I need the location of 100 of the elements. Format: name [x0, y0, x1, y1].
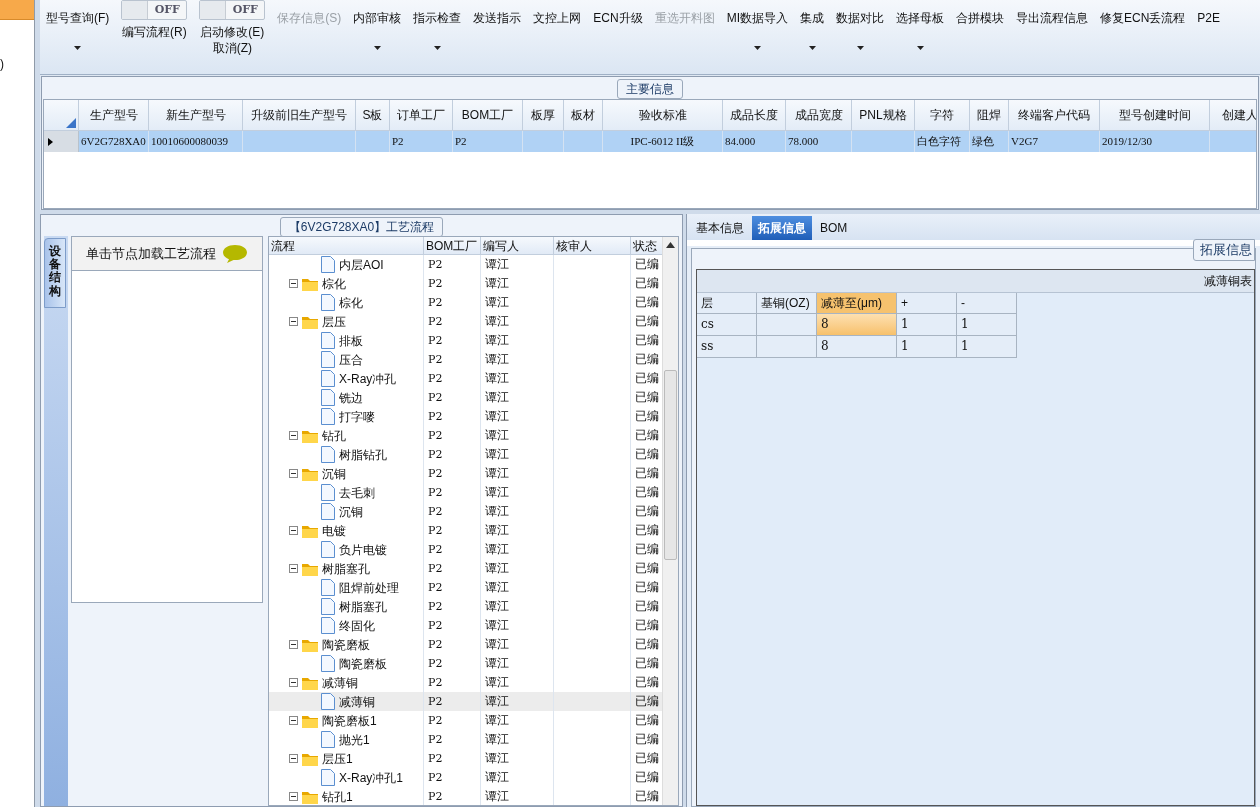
- column-header[interactable]: 验收标准: [603, 100, 723, 130]
- tree-row[interactable]: 钻孔1 P2 谭江 已编: [269, 787, 662, 805]
- toolbar-button[interactable]: MI数据导入: [722, 0, 792, 72]
- tree-row[interactable]: 棕化 P2 谭江 已编: [269, 293, 662, 312]
- column-header[interactable]: 生产型号: [79, 100, 149, 130]
- table-cell[interactable]: cs: [697, 314, 757, 336]
- tab[interactable]: 拓展信息: [752, 216, 812, 240]
- column-header[interactable]: 层: [697, 293, 757, 314]
- column-header[interactable]: 终端客户代码: [1009, 100, 1100, 130]
- table-cell[interactable]: 8: [817, 314, 897, 336]
- collapse-icon[interactable]: [289, 640, 298, 649]
- column-header[interactable]: PNL规格: [852, 100, 915, 130]
- tree-row[interactable]: 棕化 P2 谭江 已编: [269, 274, 662, 293]
- collapse-icon[interactable]: [289, 526, 298, 535]
- column-header[interactable]: 成品宽度: [786, 100, 852, 130]
- table-cell[interactable]: 1: [957, 336, 1017, 358]
- tree-row[interactable]: 树脂钻孔 P2 谭江 已编: [269, 445, 662, 464]
- column-header[interactable]: 订单工厂: [390, 100, 453, 130]
- toolbar-button[interactable]: 文控上网: [529, 0, 586, 72]
- row-header[interactable]: [44, 131, 79, 152]
- tree-row[interactable]: 层压 P2 谭江 已编: [269, 312, 662, 331]
- collapse-icon[interactable]: [289, 678, 298, 687]
- tree-row[interactable]: 电镀 P2 谭江 已编: [269, 521, 662, 540]
- collapse-icon[interactable]: [289, 469, 298, 478]
- toolbar-button[interactable]: 数据对比: [832, 0, 888, 72]
- tree-row[interactable]: 排板 P2 谭江 已编: [269, 331, 662, 350]
- tree-row[interactable]: 终固化 P2 谭江 已编: [269, 616, 662, 635]
- table-cell[interactable]: 1: [897, 336, 957, 358]
- column-header[interactable]: -: [957, 293, 1017, 314]
- column-header[interactable]: 成品长度: [723, 100, 786, 130]
- tree-row[interactable]: 陶瓷磨板1 P2 谭江 已编: [269, 711, 662, 730]
- scrollbar[interactable]: [662, 237, 678, 805]
- toolbar-button[interactable]: ECN升级: [589, 0, 647, 72]
- column-header[interactable]: 编写人: [481, 237, 554, 254]
- collapse-icon[interactable]: [289, 754, 298, 763]
- toolbar-button[interactable]: 选择母板: [892, 0, 948, 72]
- toggle-button[interactable]: OFF 启动修改(E) 取消(Z): [195, 0, 270, 72]
- toggle-switch[interactable]: OFF: [199, 0, 266, 20]
- tree-row[interactable]: 压合 P2 谭江 已编: [269, 350, 662, 369]
- tree-row[interactable]: 树脂塞孔 P2 谭江 已编: [269, 559, 662, 578]
- column-header[interactable]: 新生产型号: [149, 100, 243, 130]
- table-cell[interactable]: 1: [897, 314, 957, 336]
- collapse-icon[interactable]: [289, 279, 298, 288]
- toolbar-button[interactable]: 内部审核: [349, 0, 406, 72]
- tree-row[interactable]: X-Ray冲孔1 P2 谭江 已编: [269, 768, 662, 787]
- toggle-switch[interactable]: OFF: [121, 0, 188, 20]
- tab[interactable]: 基本信息: [690, 216, 750, 240]
- column-header[interactable]: 升级前旧生产型号: [243, 100, 356, 130]
- tree-row[interactable]: 打字嘜 P2 谭江 已编: [269, 407, 662, 426]
- column-header[interactable]: +: [897, 293, 957, 314]
- toolbar-button[interactable]: P2E: [1193, 0, 1225, 72]
- column-header[interactable]: 核审人: [554, 237, 631, 254]
- scroll-thumb[interactable]: [664, 370, 677, 560]
- tree-row[interactable]: 陶瓷磨板 P2 谭江 已编: [269, 654, 662, 673]
- toolbar-button[interactable]: 集成: [796, 0, 828, 72]
- collapse-icon[interactable]: [289, 317, 298, 326]
- tree-row[interactable]: 树脂塞孔 P2 谭江 已编: [269, 597, 662, 616]
- tree-row[interactable]: 钻孔 P2 谭江 已编: [269, 426, 662, 445]
- table-cell: 谭江: [481, 711, 554, 730]
- tab[interactable]: BOM: [814, 216, 854, 240]
- tree-row[interactable]: 铣边 P2 谭江 已编: [269, 388, 662, 407]
- column-header[interactable]: 板厚: [523, 100, 564, 130]
- tree-row[interactable]: 减薄铜 P2 谭江 已编: [269, 692, 662, 711]
- tree-row[interactable]: X-Ray冲孔 P2 谭江 已编: [269, 369, 662, 388]
- column-header[interactable]: 基铜(OZ): [757, 293, 817, 314]
- scroll-up-icon[interactable]: [666, 242, 675, 248]
- table-cell[interactable]: 1: [957, 314, 1017, 336]
- column-header[interactable]: 板材: [564, 100, 603, 130]
- toolbar-button[interactable]: 发送指示: [469, 0, 526, 72]
- collapse-icon[interactable]: [289, 792, 298, 801]
- toolbar-button[interactable]: 指示检查: [409, 0, 466, 72]
- tree-row[interactable]: 层压1 P2 谭江 已编: [269, 749, 662, 768]
- column-header[interactable]: BOM工厂: [424, 237, 481, 254]
- toolbar-button[interactable]: 合拼模块: [952, 0, 1008, 72]
- column-header[interactable]: 字符: [915, 100, 970, 130]
- vertical-tab[interactable]: 设备结构: [44, 238, 66, 308]
- column-header[interactable]: 流程: [269, 237, 424, 254]
- tree-row[interactable]: 阻焊前处理 P2 谭江 已编: [269, 578, 662, 597]
- column-header[interactable]: 减薄至(μm): [817, 293, 897, 314]
- collapse-icon[interactable]: [289, 431, 298, 440]
- tree-row[interactable]: 沉铜 P2 谭江 已编: [269, 464, 662, 483]
- tree-row[interactable]: 去毛刺 P2 谭江 已编: [269, 483, 662, 502]
- collapse-icon[interactable]: [289, 716, 298, 725]
- table-cell[interactable]: ss: [697, 336, 757, 358]
- table-cell[interactable]: 8: [817, 336, 897, 358]
- tree-row[interactable]: 抛光1 P2 谭江 已编: [269, 730, 662, 749]
- tree-row[interactable]: 沉铜 P2 谭江 已编: [269, 502, 662, 521]
- table-row[interactable]: 6V2G728XA0 10010600080039 P2 P2 IPC-6012 II级 84.000 78.000 白色字符 绿色 V2G7 2019/12/30: [44, 131, 1256, 152]
- toggle-button[interactable]: OFF 编写流程(R): [117, 0, 192, 72]
- collapse-icon[interactable]: [289, 564, 298, 573]
- toolbar-button[interactable]: 导出流程信息: [1012, 0, 1092, 72]
- tree-row[interactable]: 负片电镀 P2 谭江 已编: [269, 540, 662, 559]
- column-header[interactable]: 阻焊: [970, 100, 1009, 130]
- toolbar-button[interactable]: 型号查询(F): [42, 0, 114, 72]
- toolbar-button[interactable]: 修复ECN丢流程: [1096, 0, 1190, 72]
- column-header[interactable]: 型号创建时间: [1100, 100, 1210, 130]
- column-header[interactable]: BOM工厂: [453, 100, 523, 130]
- tree-row[interactable]: 内层AOI P2 谭江 已编: [269, 255, 662, 274]
- column-header[interactable]: S板: [356, 100, 390, 130]
- tree-row[interactable]: 陶瓷磨板 P2 谭江 已编: [269, 635, 662, 654]
